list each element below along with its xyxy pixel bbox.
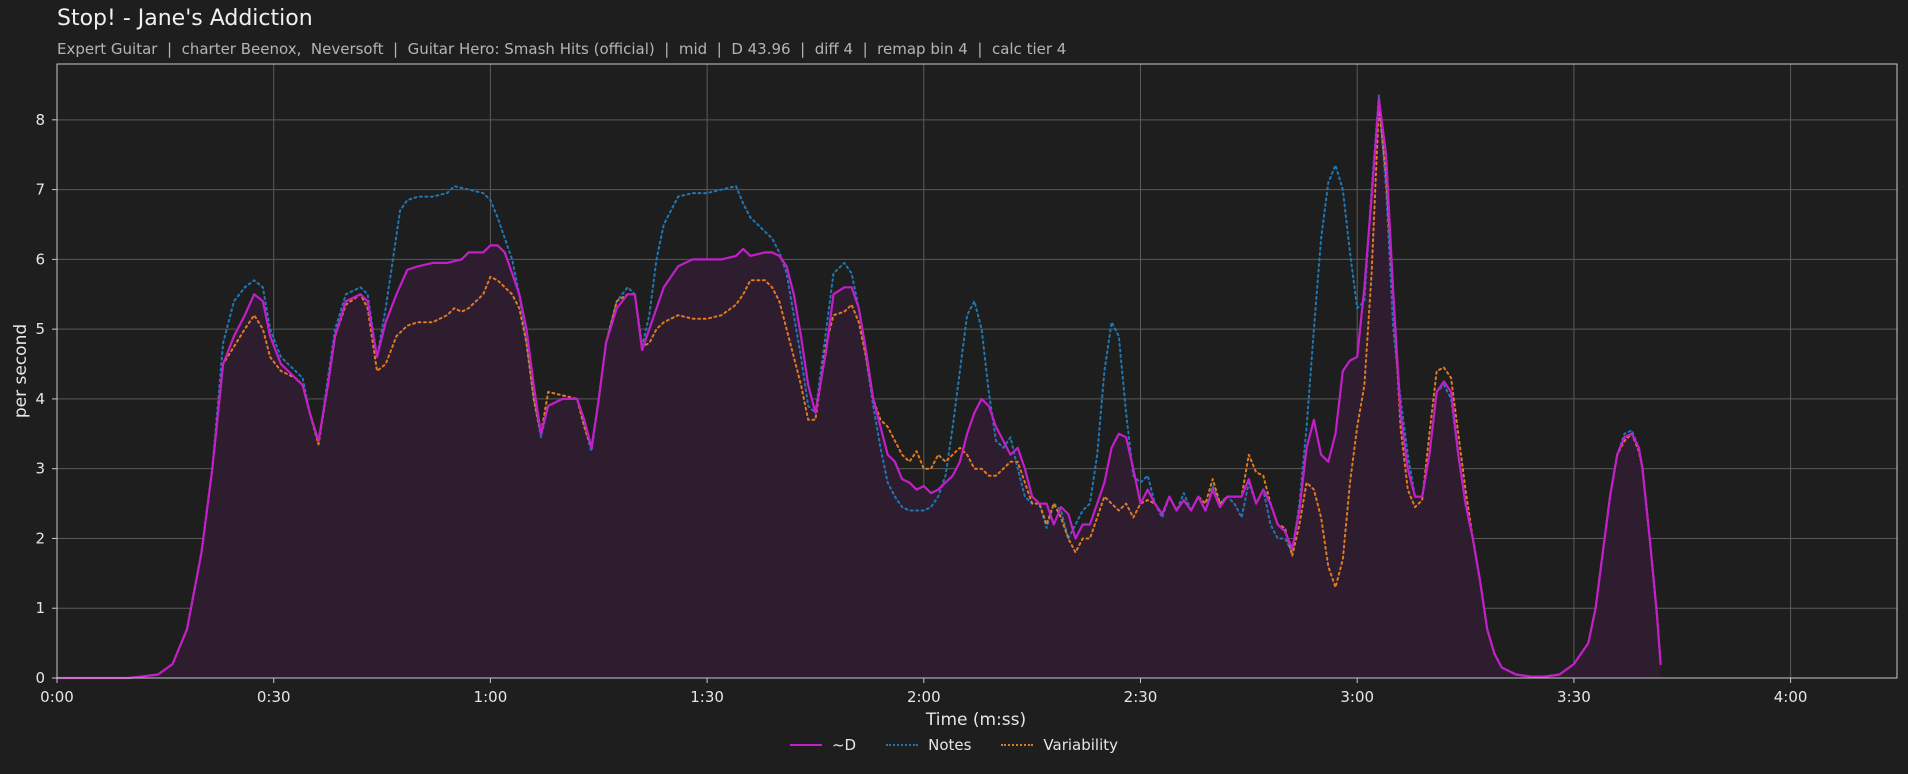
y-tick-label: 1 [35, 599, 45, 617]
legend-label: Variability [1043, 736, 1119, 754]
legend: ~D Notes Variability [0, 736, 1908, 754]
legend-label: Notes [928, 736, 972, 754]
x-axis-label: Time (m:ss) [925, 710, 1026, 730]
y-tick-label: 8 [35, 111, 45, 129]
x-tick-label: 3:00 [1340, 688, 1374, 706]
y-tick-label: 2 [35, 529, 45, 547]
legend-swatch [886, 744, 919, 746]
legend-swatch [789, 744, 822, 746]
legend-item: Variability [1001, 736, 1118, 754]
y-tick-label: 3 [35, 460, 45, 478]
x-tick-label: 2:00 [907, 688, 941, 706]
legend-item: ~D [789, 736, 857, 754]
legend-swatch [1001, 744, 1034, 746]
y-tick-label: 0 [35, 669, 45, 687]
y-axis-label: per second [11, 324, 31, 418]
chart: 0:00 0:30 1:00 1:30 2:00 2:30 3:00 3:30 4:00 0 1 2 3… [11, 63, 1898, 730]
y-tick-label: 5 [35, 320, 45, 338]
legend-label: ~D [831, 736, 857, 754]
x-tick-label: 1:00 [474, 688, 508, 706]
legend-item: Notes [886, 736, 971, 754]
x-tick-label: 3:30 [1557, 688, 1591, 706]
x-tick-label: 1:30 [690, 688, 724, 706]
x-tick-label: 4:00 [1774, 688, 1808, 706]
y-tick-label: 7 [35, 181, 45, 199]
y-tick-label: 6 [35, 250, 45, 268]
x-tick-label: 2:30 [1124, 688, 1158, 706]
x-tick-label: 0:00 [40, 688, 74, 706]
y-tick-label: 4 [35, 390, 45, 408]
x-tick-label: 0:30 [257, 688, 291, 706]
